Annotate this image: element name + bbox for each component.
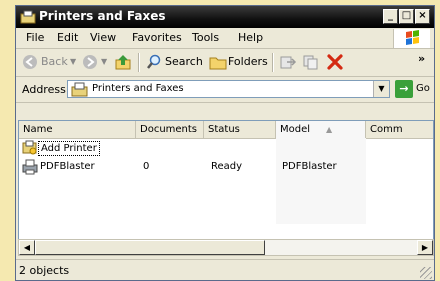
column-header-model[interactable]: Model ▲ — [276, 121, 366, 138]
menu-bar: File Edit View Favorites Tools Help — [16, 28, 434, 49]
menu-view[interactable]: View — [90, 31, 116, 44]
menu-edit[interactable]: Edit — [57, 31, 78, 44]
printers-folder-icon — [20, 10, 36, 24]
item-model: PDFBlaster — [282, 161, 337, 172]
item-status: Ready — [211, 161, 243, 172]
address-value: Printers and Faxes — [92, 83, 184, 94]
list-item[interactable]: Add Printer — [19, 140, 433, 156]
delete-icon[interactable] — [326, 53, 344, 71]
copy-to-icon[interactable] — [302, 54, 320, 70]
search-button[interactable]: Search — [165, 55, 203, 68]
forward-arrow-icon[interactable] — [82, 54, 98, 70]
folders-button[interactable]: Folders — [228, 55, 268, 68]
address-dropdown-button[interactable]: ▼ — [373, 81, 389, 97]
add-printer-icon — [22, 140, 37, 155]
list-header: Name Documents Status Model ▲ Comm — [19, 121, 433, 139]
status-text: 2 objects — [19, 264, 70, 277]
search-icon[interactable] — [146, 54, 162, 70]
address-input[interactable]: Printers and Faxes ▼ — [67, 80, 390, 98]
toolbar-overflow-chevron[interactable]: » — [418, 52, 425, 65]
go-label[interactable]: Go — [416, 83, 430, 94]
back-dropdown-icon[interactable]: ▼ — [70, 57, 76, 66]
menu-favorites[interactable]: Favorites — [132, 31, 182, 44]
forward-dropdown-icon[interactable]: ▼ — [101, 57, 107, 66]
windows-logo-icon — [393, 29, 430, 48]
column-header-status[interactable]: Status — [204, 121, 276, 138]
list-item[interactable]: PDFBlaster 0 Ready PDFBlaster — [19, 159, 433, 175]
close-button[interactable]: × — [415, 9, 430, 24]
back-button[interactable]: Back — [41, 55, 68, 68]
toolbar-separator — [138, 53, 140, 72]
menu-file[interactable]: File — [26, 31, 44, 44]
move-to-icon[interactable] — [279, 54, 297, 70]
printer-list-view[interactable]: Name Documents Status Model ▲ Comm Add P… — [18, 120, 434, 240]
status-bar: 2 objects — [16, 259, 434, 281]
column-header-name[interactable]: Name — [19, 121, 136, 138]
column-header-model-label: Model — [280, 124, 311, 135]
scroll-left-button[interactable]: ◀ — [19, 240, 35, 255]
back-arrow-icon[interactable] — [22, 54, 38, 70]
address-bar: Address Printers and Faxes ▼ → Go — [16, 77, 434, 103]
horizontal-scrollbar[interactable]: ◀ ▶ — [18, 239, 434, 256]
minimize-button[interactable]: _ — [383, 9, 398, 24]
menu-tools[interactable]: Tools — [192, 31, 219, 44]
resize-grip[interactable] — [420, 267, 432, 279]
up-folder-icon[interactable] — [114, 53, 132, 71]
scroll-thumb[interactable] — [35, 240, 265, 255]
item-name: Add Printer — [38, 141, 100, 156]
title-bar[interactable]: Printers and Faxes _ □ × — [16, 6, 434, 28]
folders-icon[interactable] — [209, 54, 227, 70]
maximize-button[interactable]: □ — [399, 9, 414, 24]
item-name: PDFBlaster — [40, 161, 95, 172]
menu-help[interactable]: Help — [238, 31, 263, 44]
item-documents: 0 — [143, 161, 150, 172]
scroll-right-button[interactable]: ▶ — [417, 240, 433, 255]
explorer-window: Printers and Faxes _ □ × File Edit View … — [15, 5, 435, 281]
sort-ascending-icon: ▲ — [326, 125, 333, 134]
printers-folder-icon — [71, 82, 88, 97]
standard-toolbar: Back ▼ ▼ Search Folders » — [16, 49, 434, 77]
column-header-documents[interactable]: Documents — [136, 121, 204, 138]
window-title: Printers and Faxes — [39, 9, 166, 23]
go-button[interactable]: → — [395, 80, 413, 98]
address-label: Address — [22, 83, 66, 96]
column-header-comment[interactable]: Comm — [366, 121, 433, 138]
toolbar-separator — [272, 53, 274, 72]
printer-icon — [22, 159, 38, 175]
